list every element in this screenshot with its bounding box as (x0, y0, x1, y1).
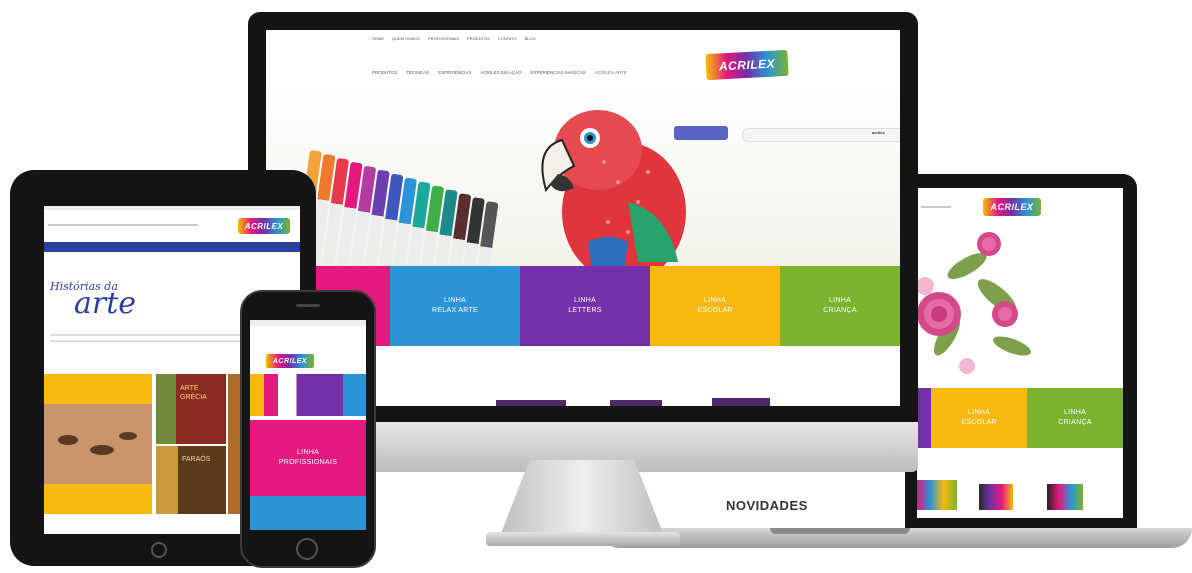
tablet-home-button[interactable] (151, 542, 167, 558)
top-links: HOME QUEM SOMOS PROFISSIONAIS PRODUTOS C… (372, 36, 536, 41)
tablet-nav[interactable] (48, 224, 198, 226)
product-box[interactable] (917, 480, 957, 510)
nav-magicas[interactable]: EXPERIÊNCIAS MÁGICAS (530, 70, 585, 75)
laptop-tile-escolar[interactable]: LINHA ESCOLAR (931, 388, 1027, 448)
phone-topbar (250, 320, 366, 326)
tile-escolar[interactable]: LINHA ESCOLAR (650, 266, 780, 346)
top-link[interactable]: CONTATO (498, 36, 517, 41)
tile-line2: CRIANÇA (823, 307, 857, 314)
monitor-foot (486, 532, 680, 546)
tablet-topbar (44, 206, 300, 210)
phone-logo[interactable]: ACRILEX (266, 354, 314, 368)
laptop-tile-purple[interactable] (917, 388, 931, 448)
product-thumb[interactable] (496, 400, 566, 406)
nav-tecnicas[interactable]: TÉCNICAS (406, 70, 429, 75)
product-thumb[interactable] (610, 400, 662, 406)
phone-tile-blue[interactable] (250, 496, 366, 530)
tile-line1: LINHA (703, 297, 727, 304)
phone-hero (250, 374, 366, 416)
tile-line2: LETTERS (568, 307, 602, 314)
product-box[interactable] (979, 484, 1013, 510)
tile-line2: PROFISSIONAIS (278, 459, 338, 466)
top-link[interactable]: HOME (372, 36, 384, 41)
tile-letters[interactable]: LINHA LETTERS (520, 266, 650, 346)
tablet-card-cave[interactable] (44, 374, 152, 514)
parrot-illustration (541, 110, 686, 272)
laptop-section-title: NOVIDADES (726, 498, 808, 513)
tablet-text-line (50, 340, 250, 342)
tile-line1: LINHA (296, 449, 320, 456)
laptop-nav[interactable] (921, 206, 951, 208)
laptop-tile-crianca[interactable]: LINHA CRIANÇA (1027, 388, 1123, 448)
laptop-screen: ACRILEX LINHA ESCOLAR LINHA CRIANÇA (917, 188, 1123, 518)
nav-arte[interactable]: ACRILEX ARTE (595, 70, 627, 75)
tile-line1: LINHA (573, 297, 597, 304)
tablet-heading-main: arte (74, 286, 137, 321)
nav-acao[interactable]: ACRILEX EM AÇÃO (480, 70, 521, 75)
laptop-notch (770, 528, 910, 534)
tile-line2: ESCOLAR (961, 419, 997, 426)
tile-relax-arte[interactable]: LINHA RELAX ARTE (390, 266, 520, 346)
tablet-blue-bar (44, 242, 300, 252)
tile-line1: LINHA (828, 297, 852, 304)
pen-cap (674, 126, 728, 140)
tile-line1: LINHA (443, 297, 467, 304)
main-nav: PRODUTOS TÉCNICAS EXPERIÊNCIAS ACRILEX E… (372, 70, 627, 75)
tablet-card-grecia[interactable]: ARTE GRÉCIA (156, 374, 226, 444)
desktop-logo[interactable]: ACRILEX (705, 49, 789, 81)
tile-line2: CRIANÇA (1058, 419, 1092, 426)
tablet-logo[interactable]: ACRILEX (238, 218, 290, 234)
laptop-logo[interactable]: ACRILEX (983, 198, 1041, 216)
tile-line2: ESCOLAR (697, 307, 733, 314)
phone-speaker (296, 304, 320, 307)
product-thumb[interactable] (712, 398, 770, 406)
product-box[interactable] (1047, 484, 1083, 510)
top-link[interactable]: PROFISSIONAIS (428, 36, 459, 41)
nav-experiencias[interactable]: EXPERIÊNCIAS (438, 70, 471, 75)
flower-illustration (917, 226, 1057, 388)
top-link[interactable]: QUEM SOMOS (392, 36, 420, 41)
phone-screen: ACRILEX LINHA PROFISSIONAIS (250, 320, 366, 530)
pen-brand: acrilex (872, 130, 885, 135)
tile-line1: LINHA (967, 409, 991, 416)
phone-home-button[interactable] (296, 538, 318, 560)
tile-line1: LINHA (1063, 409, 1087, 416)
nav-produtos[interactable]: PRODUTOS (372, 70, 397, 75)
phone-tile-profissionais[interactable]: LINHA PROFISSIONAIS (250, 420, 366, 496)
top-link[interactable]: BLOG (525, 36, 536, 41)
laptop-device: ACRILEX LINHA ESCOLAR LINHA CRIANÇA (905, 174, 1137, 536)
tile-line2: RELAX ARTE (431, 307, 479, 314)
card-title: ARTE GRÉCIA (180, 385, 207, 401)
tile-crianca[interactable]: LINHA CRIANÇA (780, 266, 900, 346)
tablet-card-faraos[interactable]: FARAÓS (156, 446, 226, 514)
card-title: FARAÓS (182, 456, 211, 463)
top-link[interactable]: PRODUTOS (467, 36, 490, 41)
phone-device: ACRILEX LINHA PROFISSIONAIS (240, 290, 376, 568)
